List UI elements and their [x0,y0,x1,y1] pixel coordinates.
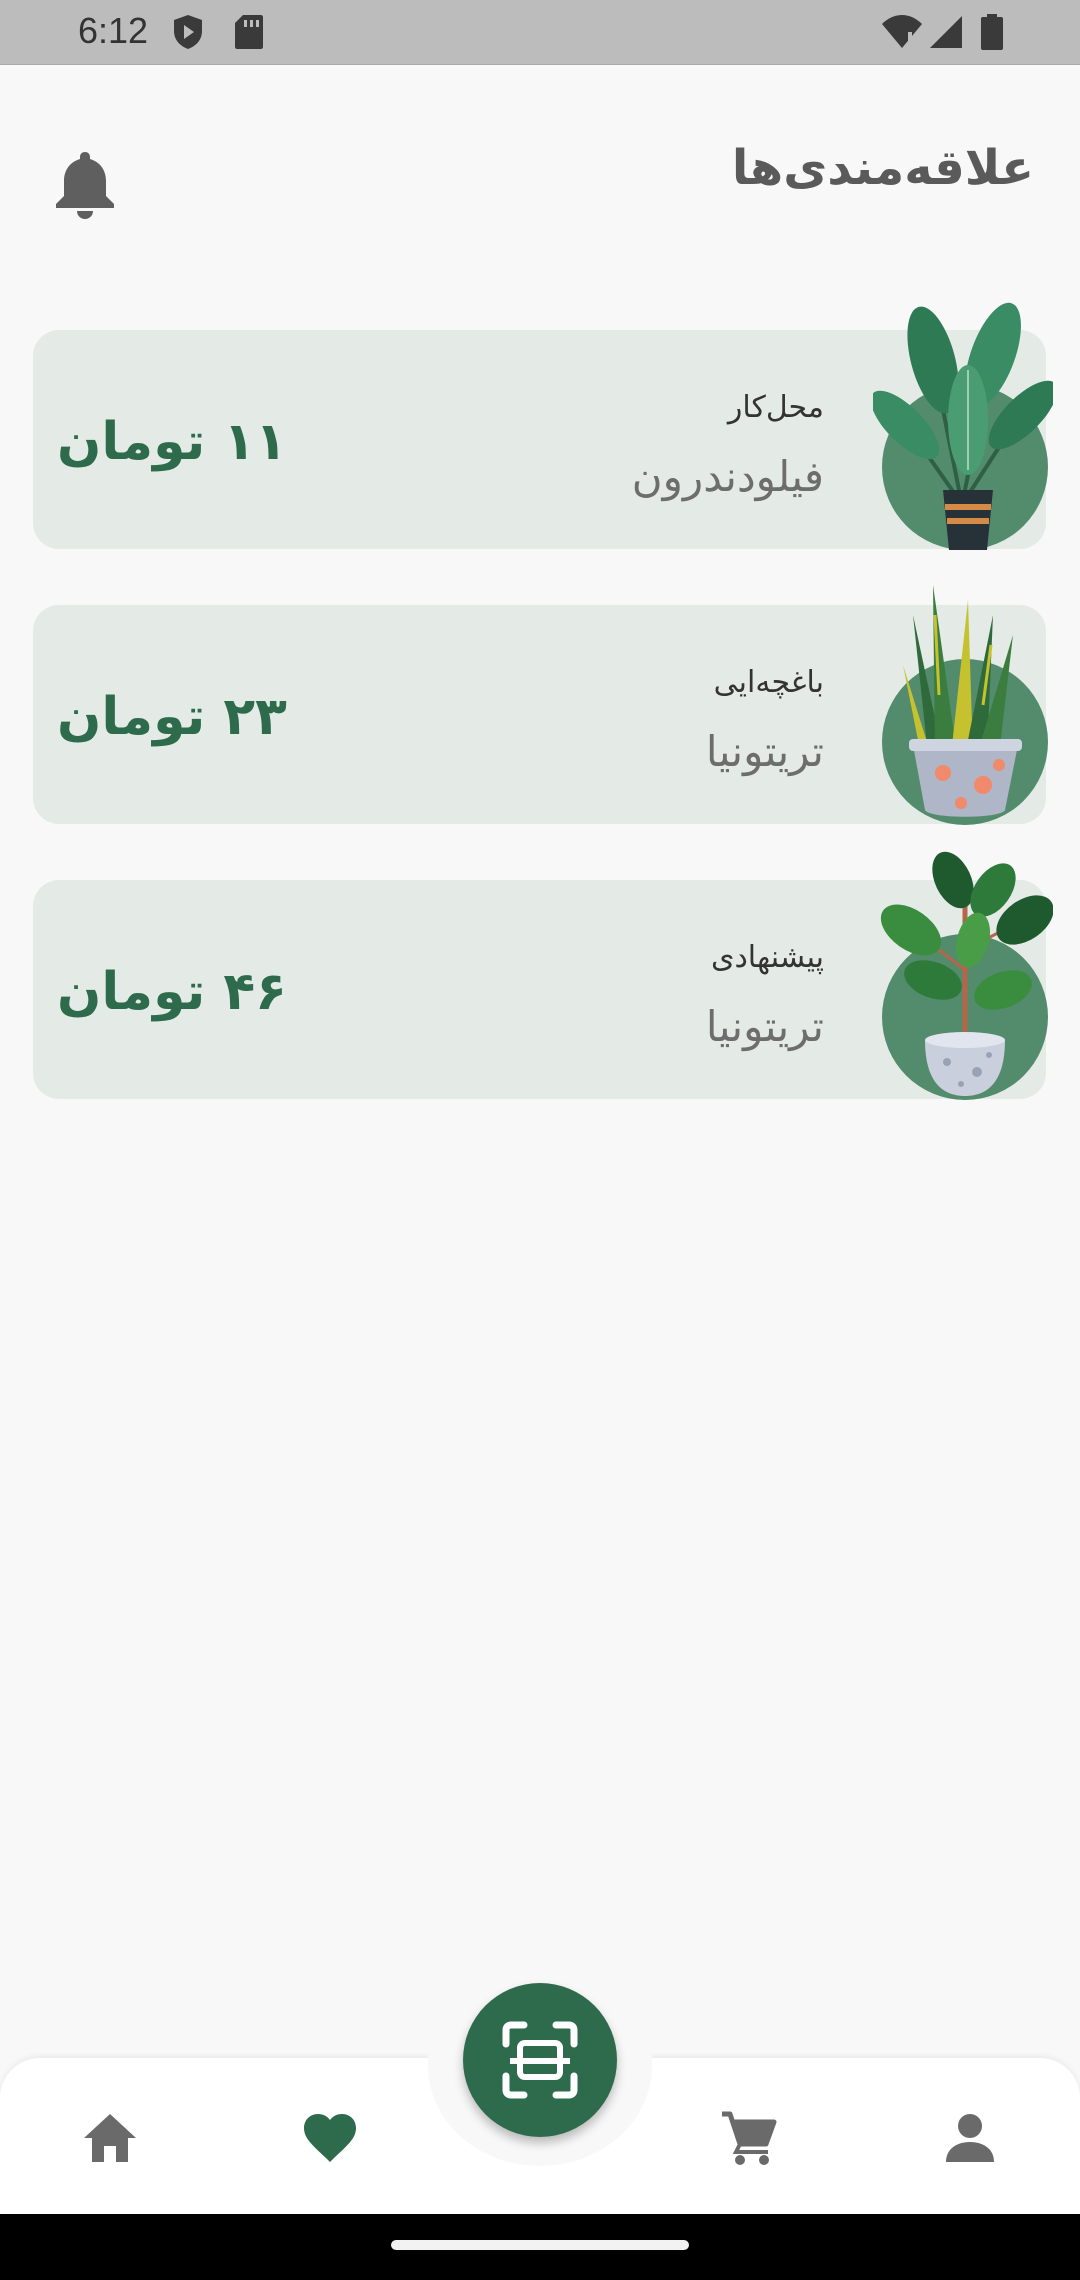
plant-category: محل‌کار [727,390,824,425]
status-time: 6:12 [78,10,149,51]
wifi-icon [882,15,922,49]
status-bar: 6:12 [0,0,1080,65]
plant-category: پیشنهادی [710,940,824,975]
battery-icon [981,14,1003,50]
plant-category: باغچه‌ایی [713,665,824,700]
plant-name: تریتونیا [705,1002,824,1051]
profile-icon[interactable] [940,2108,1000,2168]
scan-icon [502,2021,578,2099]
shield-play-icon [174,15,202,49]
signal-icon [930,16,962,48]
philodendron-image [873,302,1053,550]
plant-price: ۴۶ تومان [57,962,287,1022]
home-gesture-handle[interactable] [391,2240,689,2250]
home-icon[interactable] [80,2108,140,2168]
bell-icon[interactable] [52,148,118,220]
heart-icon[interactable] [300,2108,360,2168]
favorite-card[interactable]: محل‌کار فیلودندرون ۱۱ تومان [33,302,1053,550]
plant-price: ۲۳ تومان [57,687,287,747]
page-title: علاقه‌مندی‌ها [731,140,1034,196]
plant-name: فیلودندرون [631,452,824,501]
favorite-card[interactable]: باغچه‌ایی تریتونیا ۲۳ تومان [33,585,1048,825]
plant-price: ۱۱ تومان [57,412,287,472]
rubber-plant-image [880,851,1053,1096]
sd-card-icon [235,15,263,49]
scan-button[interactable] [463,1983,617,2137]
cart-icon[interactable] [718,2108,778,2168]
plant-name: تریتونیا [705,727,824,776]
snake-plant-image [903,585,1022,817]
favorite-card[interactable]: پیشنهادی تریتونیا ۴۶ تومان [33,851,1053,1100]
